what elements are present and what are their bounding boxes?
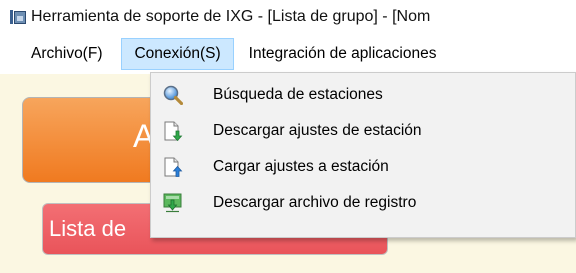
title-bar: Herramienta de soporte de IXG - [Lista d… <box>0 0 576 34</box>
menu-item-label: Búsqueda de estaciones <box>213 86 383 103</box>
menu-archivo[interactable]: Archivo(F) <box>22 38 111 70</box>
menu-item-descargar-registro[interactable]: Descargar archivo de registro <box>151 185 575 221</box>
download-document-icon <box>163 121 183 142</box>
conexion-dropdown-menu: Búsqueda de estaciones Descargar ajustes… <box>150 72 576 238</box>
menu-integracion-aplicaciones[interactable]: Integración de aplicaciones <box>239 38 447 70</box>
app-icon <box>10 9 26 25</box>
upload-document-icon <box>163 157 183 177</box>
menu-item-label: Descargar archivo de registro <box>213 194 417 211</box>
download-log-icon <box>163 193 183 213</box>
window-title: Herramienta de soporte de IXG - [Lista d… <box>31 8 431 25</box>
menu-conexion[interactable]: Conexión(S) <box>121 38 234 70</box>
menu-item-cargar-ajustes[interactable]: Cargar ajustes a estación <box>151 149 575 185</box>
group-list-label: Lista de <box>49 216 127 241</box>
menu-item-label: Descargar ajustes de estación <box>213 122 422 139</box>
menu-bar: Archivo(F) Conexión(S) Integración de ap… <box>0 34 576 74</box>
menu-item-descargar-ajustes[interactable]: Descargar ajustes de estación <box>151 113 575 149</box>
menu-item-label: Cargar ajustes a estación <box>213 158 389 175</box>
magnifier-icon <box>163 85 184 106</box>
menu-item-busqueda-estaciones[interactable]: Búsqueda de estaciones <box>151 77 575 113</box>
